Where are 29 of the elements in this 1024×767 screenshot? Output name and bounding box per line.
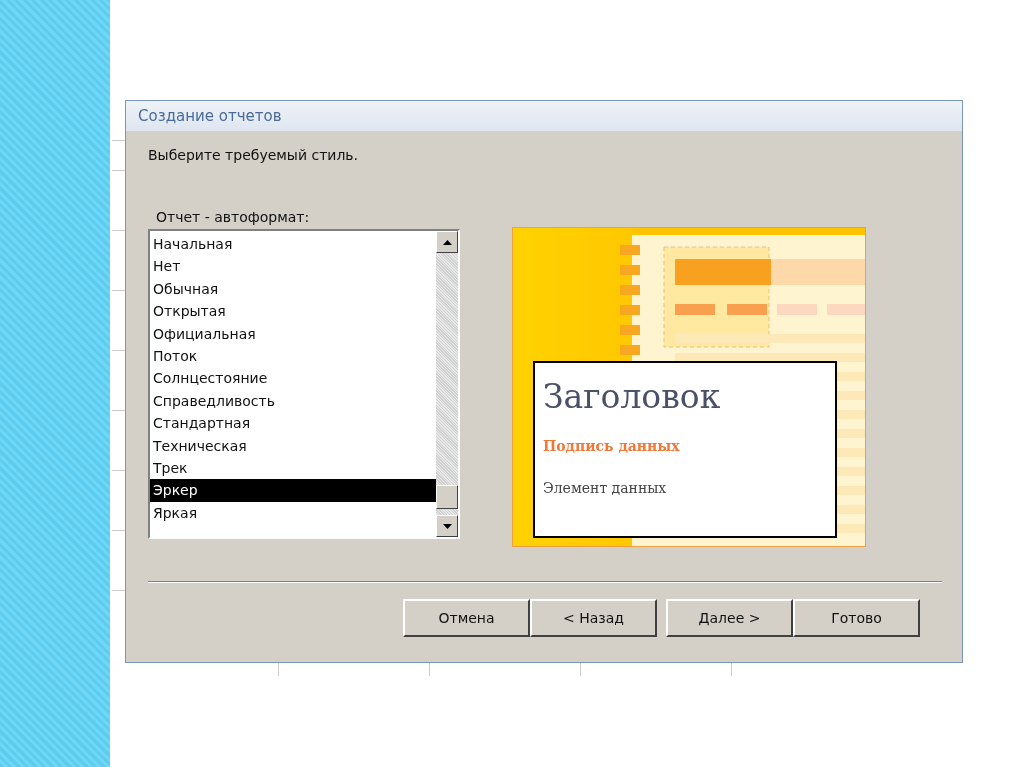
list-item[interactable]: Начальная [150,233,436,256]
list-item[interactable]: Обычная [150,277,436,301]
list-label: Отчет - автоформат: [156,209,310,225]
sample-item: Элемент данных [543,480,667,496]
window-title: Создание отчетов [138,107,282,125]
sample-caption: Подпись данных [543,438,680,454]
dialog-button[interactable]: Отмена [403,599,530,637]
scroll-down-button[interactable] [436,515,458,537]
list-item[interactable]: Открытая [150,300,436,323]
instruction-text: Выберите требуемый стиль. [148,147,360,163]
dialog-button[interactable]: Далее > [666,599,793,637]
style-listbox[interactable]: Начальная Нет Обычная Открытая Официальная Поток Солнцестояние Справедливость Стандартная Техническая Трек Эркер Яркая [148,229,460,539]
sample-title: Заголовок [543,377,721,416]
list-item[interactable]: Яркая [150,501,436,525]
list-item[interactable]: Трек [150,456,436,480]
list-item[interactable]: Стандартная [150,412,436,435]
list-item[interactable]: Нет [150,255,436,278]
list-item[interactable]: Солнцестояние [150,367,436,390]
list-item[interactable]: Техническая [150,434,436,457]
list-item[interactable]: Справедливость [150,389,436,413]
down-arrow-icon [442,523,452,529]
list-item[interactable]: Официальная [150,322,436,345]
list-item[interactable]: Эркер [150,479,436,502]
dialog-button[interactable]: Готово [793,599,920,637]
up-arrow-icon [442,239,452,245]
scroll-thumb[interactable] [436,485,458,509]
dialog-button[interactable]: < Назад [530,599,657,637]
list-item[interactable]: Поток [150,344,436,368]
scroll-up-button[interactable] [436,231,458,253]
